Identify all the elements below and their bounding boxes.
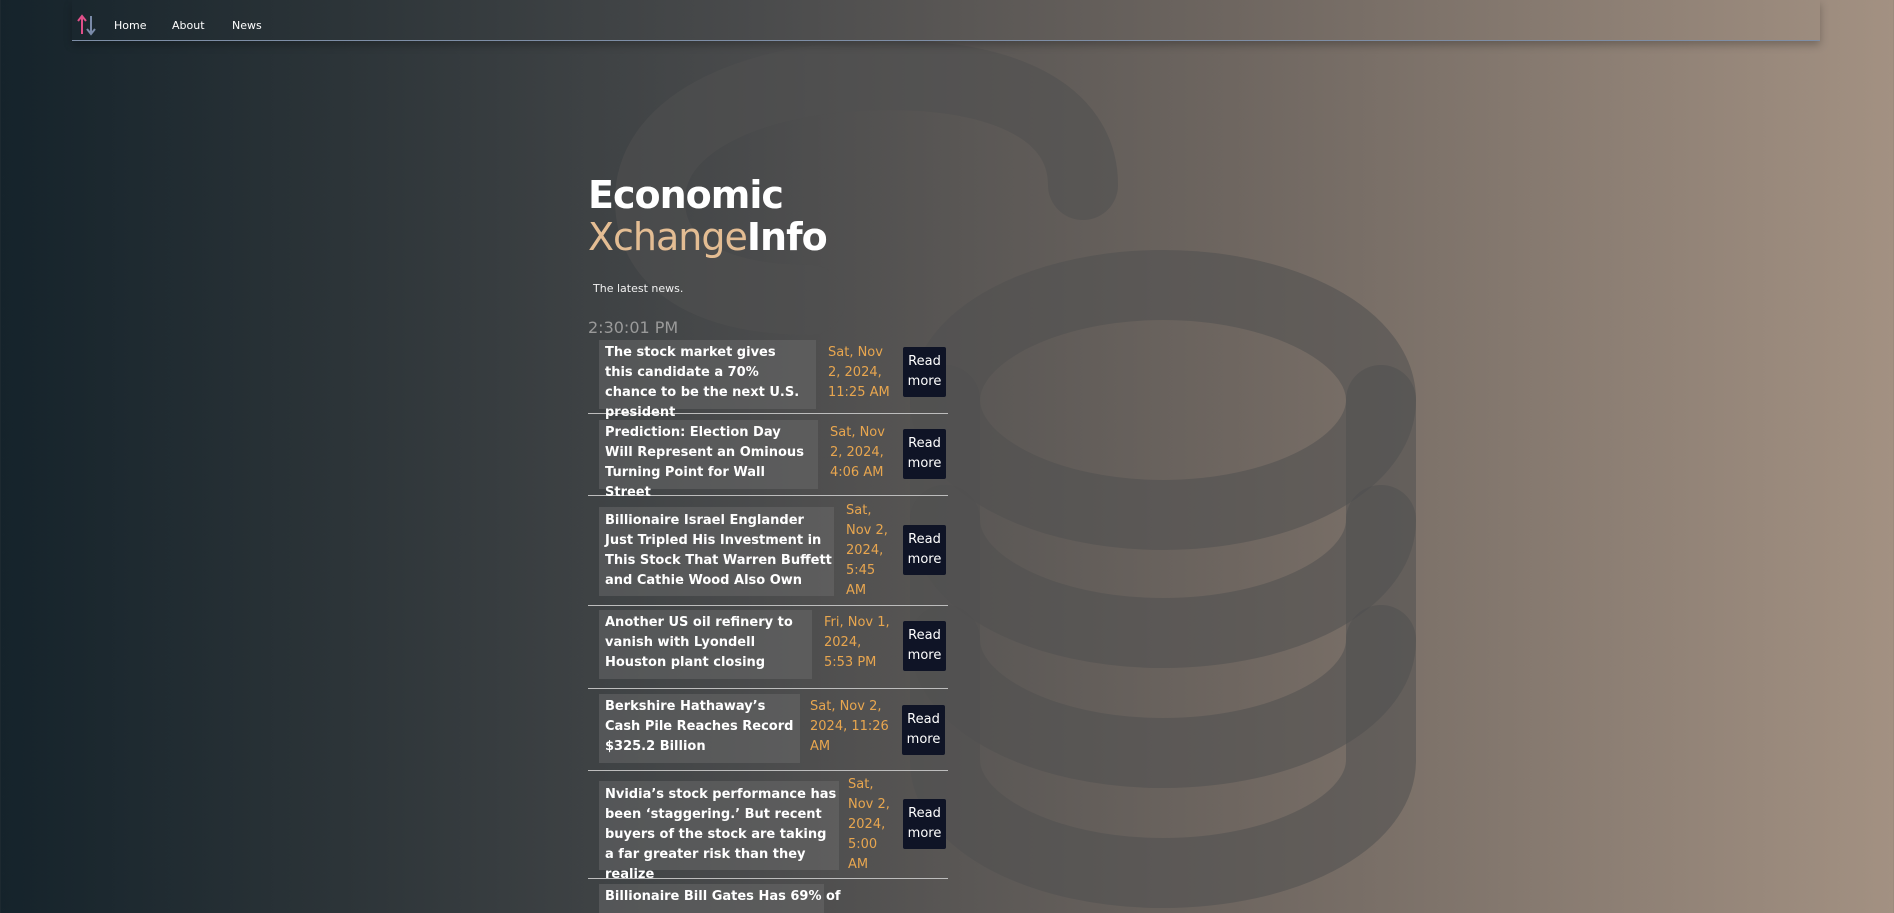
news-headline: Prediction: Election Day Will Represent … bbox=[605, 425, 804, 500]
news-date: Sat, Nov 2, 2024, 11:25 AM bbox=[828, 345, 890, 400]
read-more-button[interactable]: Read more bbox=[903, 525, 946, 575]
news-date: Sat, Nov 2, 2024, 5:45 AM bbox=[846, 503, 888, 598]
main-content: Economic XchangeInfo The latest news. 2:… bbox=[588, 174, 948, 913]
tagline: The latest news. bbox=[593, 282, 684, 295]
news-item: Prediction: Election Day Will Represent … bbox=[588, 414, 948, 500]
news-item: Berkshire Hathaway’s Cash Pile Reaches R… bbox=[588, 689, 948, 771]
news-date: Sat, Nov 2, 2024, 5:00 AM bbox=[848, 777, 890, 872]
news-headline: The stock market gives this candidate a … bbox=[605, 345, 800, 420]
news-item: Billionaire Bill Gates Has 69% of bbox=[588, 879, 948, 913]
news-item: Another US oil refinery to vanish with L… bbox=[588, 606, 948, 689]
up-down-arrows-icon[interactable] bbox=[77, 14, 97, 36]
news-headline: Billionaire Bill Gates Has 69% of bbox=[605, 889, 841, 904]
news-item: Billionaire Israel Englander Just Triple… bbox=[588, 496, 948, 606]
read-more-button[interactable]: Read more bbox=[902, 705, 945, 755]
news-date: Fri, Nov 1, 2024, 5:53 PM bbox=[824, 615, 890, 670]
brand-title-rest: Info bbox=[746, 215, 828, 259]
nav-link-home[interactable]: Home bbox=[114, 19, 146, 32]
news-headline: Billionaire Israel Englander Just Triple… bbox=[605, 513, 832, 588]
news-list: The stock market gives this candidate a … bbox=[588, 338, 948, 913]
news-date: Sat, Nov 2, 2024, 4:06 AM bbox=[830, 425, 885, 480]
read-more-button[interactable]: Read more bbox=[903, 621, 946, 671]
news-headline: Berkshire Hathaway’s Cash Pile Reaches R… bbox=[605, 699, 794, 754]
news-headline: Another US oil refinery to vanish with L… bbox=[605, 615, 793, 670]
read-more-button[interactable]: Read more bbox=[903, 799, 946, 849]
nav-link-about[interactable]: About bbox=[172, 19, 205, 32]
brand-title-line1: Economic bbox=[588, 173, 784, 217]
news-item: Nvidia’s stock performance has been ‘sta… bbox=[588, 771, 948, 882]
nav-link-news[interactable]: News bbox=[232, 19, 262, 32]
read-more-button[interactable]: Read more bbox=[903, 347, 946, 397]
top-navbar: Home About News bbox=[72, 0, 1820, 41]
brand-title-accent: Xchange bbox=[588, 215, 748, 259]
live-clock: 2:30:01 PM bbox=[588, 318, 679, 337]
news-item: The stock market gives this candidate a … bbox=[588, 338, 948, 420]
brand-title: Economic XchangeInfo bbox=[588, 174, 948, 258]
news-headline: Nvidia’s stock performance has been ‘sta… bbox=[605, 787, 837, 882]
read-more-button[interactable]: Read more bbox=[903, 429, 946, 479]
news-date: Sat, Nov 2, 2024, 11:26 AM bbox=[810, 699, 889, 754]
